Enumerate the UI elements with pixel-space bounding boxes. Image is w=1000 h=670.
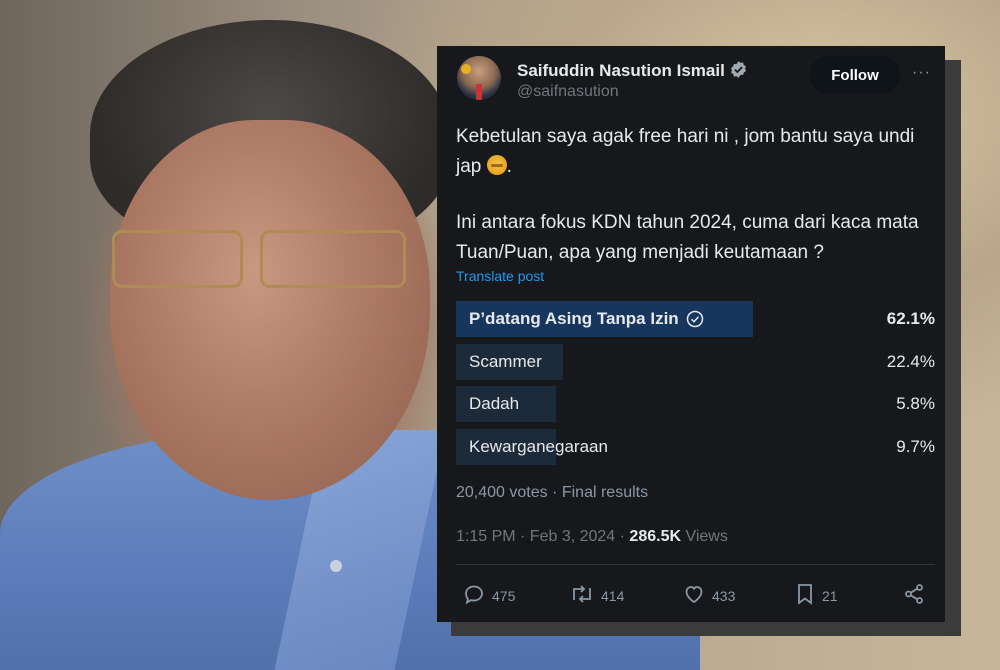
poll-option-percent: 9.7% (896, 436, 935, 456)
bookmark-count: 21 (822, 587, 838, 604)
like-count: 433 (712, 587, 736, 604)
tweet-text-line-1-end: . (506, 156, 512, 177)
follow-button[interactable]: Follow (810, 56, 900, 94)
poll-summary: 20,400 votes · Final results (456, 484, 649, 501)
poll-option-label-text: P’datang Asing Tanpa Izin (469, 309, 679, 328)
avatar-badge (461, 64, 471, 74)
reply-icon (462, 582, 492, 609)
photo-glasses-left (112, 230, 243, 288)
photo-shirt-button (330, 560, 342, 572)
tweet-text-line-1: Kebetulan saya agak free hari ni , jom b… (456, 126, 915, 177)
poll-option: Dadah 5.8% (456, 386, 935, 422)
post-meta: 1:15 PM · Feb 3, 2024 · 286.5K Views (456, 528, 728, 546)
grimace-emoji-icon (486, 155, 507, 175)
bookmark-button[interactable]: 21 (794, 582, 838, 609)
poll-option-label: P’datang Asing Tanpa Izin (469, 301, 705, 337)
check-circle-icon (685, 309, 705, 329)
action-bar: 475 414 433 21 (456, 582, 932, 608)
poll-option-label: Kewarganegaraan (469, 436, 608, 456)
photo-face (110, 120, 430, 500)
poll-option-label: Scammer (469, 351, 542, 371)
poll-option: Scammer 22.4% (456, 343, 935, 380)
bookmark-icon (794, 582, 822, 609)
poll-option-label: Dadah (469, 394, 520, 413)
author-name[interactable]: Saifuddin Nasution Ismail (517, 60, 748, 84)
share-button[interactable] (902, 582, 932, 609)
translate-post-link[interactable]: Translate post (456, 268, 544, 284)
photo-glasses-right (260, 230, 406, 288)
divider (456, 564, 935, 565)
like-button[interactable]: 433 (682, 582, 735, 609)
verified-icon (729, 60, 748, 84)
poll-option: P’datang Asing Tanpa Izin 62.1% (456, 301, 935, 337)
poll: P’datang Asing Tanpa Izin 62.1% Scammer … (456, 301, 935, 471)
poll-option-percent: 5.8% (896, 394, 935, 413)
tweet-text-paragraph-1: Kebetulan saya agak free hari ni , jom b… (456, 122, 926, 182)
tweet-text: Kebetulan saya agak free hari ni , jom b… (456, 122, 926, 268)
views-label: Views (681, 528, 728, 545)
share-icon (902, 582, 932, 609)
poll-option-percent: 22.4% (886, 351, 935, 371)
heart-icon (682, 582, 712, 609)
avatar[interactable] (457, 56, 501, 100)
views-count: 286.5K (629, 528, 682, 545)
more-options-icon[interactable]: ··· (912, 64, 931, 82)
author-handle[interactable]: @saifnasution (517, 83, 619, 101)
avatar-tie (476, 84, 482, 100)
post-timestamp[interactable]: 1:15 PM · Feb 3, 2024 · (456, 528, 629, 545)
tweet-text-paragraph-2: Ini antara fokus KDN tahun 2024, cuma da… (456, 212, 919, 263)
repost-icon (569, 582, 601, 609)
author-name-text: Saifuddin Nasution Ismail (517, 61, 725, 80)
reply-button[interactable]: 475 (462, 582, 515, 609)
poll-option-percent: 62.1% (886, 309, 935, 328)
tweet-card: Saifuddin Nasution Ismail @saifnasution … (437, 46, 945, 622)
repost-button[interactable]: 414 (569, 582, 624, 609)
repost-count: 414 (601, 587, 625, 604)
poll-option: Kewarganegaraan 9.7% (456, 428, 935, 465)
reply-count: 475 (492, 587, 516, 604)
